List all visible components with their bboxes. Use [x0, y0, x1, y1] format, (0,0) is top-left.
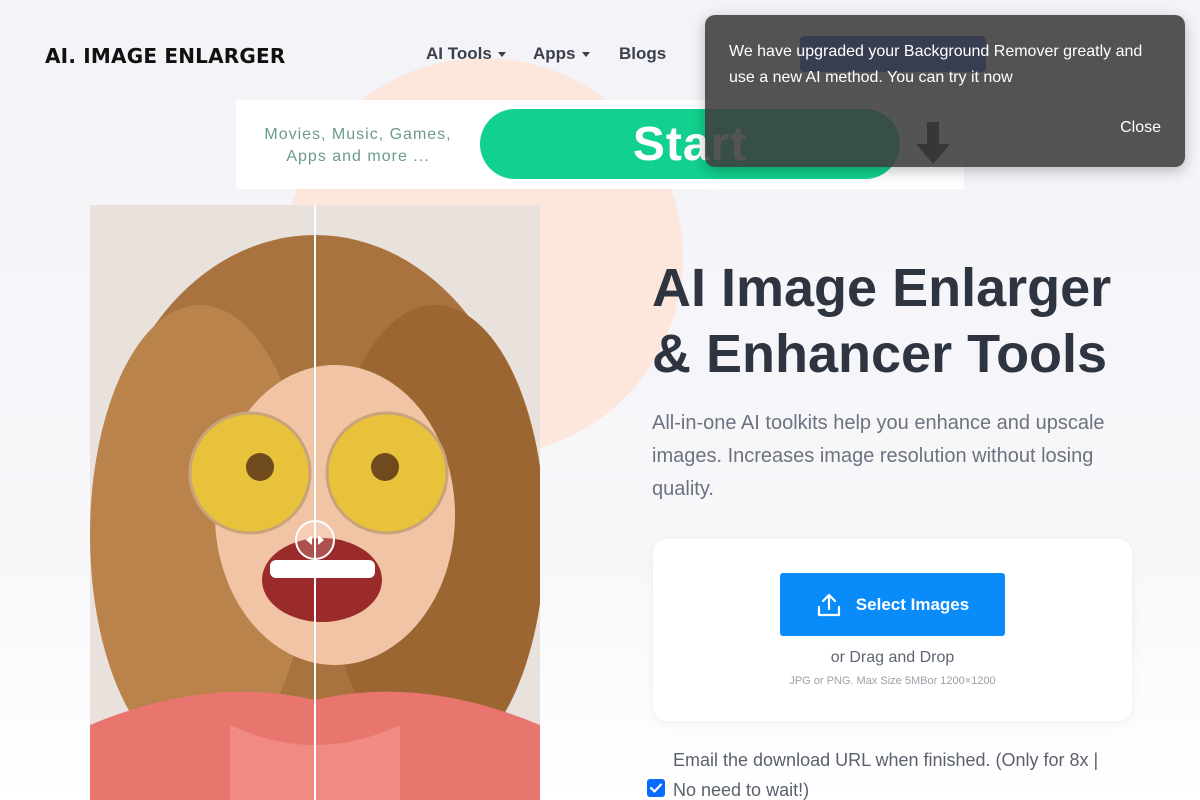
hero-subtitle: All-in-one AI toolkits help you enhance …	[652, 412, 1105, 500]
toast-message: We have upgraded your Background Remover…	[729, 43, 1143, 86]
arrow-right-icon	[318, 535, 324, 545]
nav-blogs[interactable]: Blogs	[619, 44, 666, 64]
nav-apps-label: Apps	[533, 44, 576, 63]
ad-text: Movies, Music, Games, Apps and more ...	[236, 124, 480, 168]
before-after-image[interactable]	[90, 205, 540, 800]
hero-title-line-1: AI Image Enlarger	[652, 258, 1112, 318]
hero-title-line-2: & Enhancer Tools	[652, 324, 1108, 384]
hero-title: AI Image Enlarger & Enhancer Tools	[652, 255, 1172, 387]
nav-ai-tools[interactable]: AI Tools	[426, 44, 506, 64]
check-icon	[649, 783, 663, 793]
email-option-text: Email the download URL when finished. (O…	[673, 750, 1099, 800]
drag-drop-text: or Drag and Drop	[830, 649, 955, 666]
select-images-label: Select Images	[855, 594, 970, 614]
caret-down-icon	[581, 52, 590, 58]
nav-apps[interactable]: Apps	[533, 44, 590, 64]
notification-toast: We have upgraded your Background Remover…	[705, 15, 1185, 167]
select-images-button[interactable]: Select Images	[780, 573, 1005, 636]
comparison-divider	[314, 205, 316, 800]
comparison-slider-handle[interactable]	[295, 520, 335, 560]
ad-line-2: Apps and more ...	[286, 148, 430, 165]
arrow-left-icon	[306, 535, 312, 545]
upload-icon	[817, 593, 840, 616]
caret-down-icon	[497, 52, 506, 58]
carousel-dots	[58, 793, 98, 800]
toast-close-button[interactable]: Close	[1120, 119, 1161, 137]
email-checkbox[interactable]	[647, 779, 665, 797]
upload-card[interactable]: Select Images or Drag and Drop JPG or PN…	[653, 539, 1132, 721]
site-logo[interactable]: AI. IMAGE ENLARGER	[45, 44, 285, 68]
ad-line-1: Movies, Music, Games,	[264, 126, 452, 143]
nav-ai-tools-label: AI Tools	[426, 44, 492, 63]
nav-blogs-label: Blogs	[619, 44, 667, 63]
file-limits-text: JPG or PNG. Max Size 5MBor 1200×1200	[789, 675, 996, 687]
